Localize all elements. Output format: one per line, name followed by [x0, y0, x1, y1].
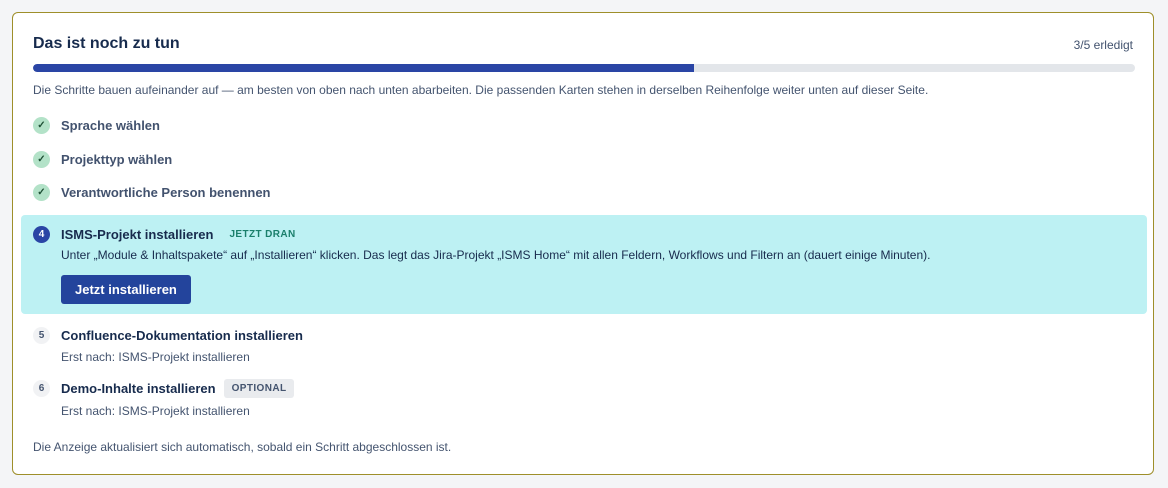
optional-badge: OPTIONAL: [223, 379, 295, 398]
step-4-number: 4: [33, 226, 50, 243]
step-4-label: ISMS-Projekt installieren: [61, 227, 214, 242]
step-2-label: Projekttyp wählen: [61, 152, 173, 167]
step-6-item: 6 Demo-Inhalte installieren OPTIONAL: [33, 379, 295, 398]
auto-refresh-note: Die Anzeige aktualisiert sich automatisc…: [33, 440, 452, 454]
check-icon: ✓: [33, 151, 50, 168]
progress-bar-fill: [33, 64, 695, 72]
step-2-item: ✓ Projekttyp wählen: [33, 151, 172, 168]
step-5-label: Confluence-Dokumentation installieren: [61, 328, 303, 343]
checklist-title: Das ist noch zu tun: [33, 35, 180, 52]
step-5-dependency: Erst nach: ISMS-Projekt installieren: [61, 350, 250, 364]
step-3-label: Verantwortliche Person benennen: [61, 185, 271, 200]
step-6-label: Demo-Inhalte installieren: [61, 381, 216, 396]
step-5-number: 5: [33, 327, 50, 344]
step-1-label: Sprache wählen: [61, 118, 160, 133]
step-6-number: 6: [33, 380, 50, 397]
checklist-intro: Die Schritte bauen aufeinander auf — am …: [33, 83, 929, 97]
step-1-item: ✓ Sprache wählen: [33, 117, 160, 134]
progress-bar: [33, 64, 1135, 72]
step-3-item: ✓ Verantwortliche Person benennen: [33, 184, 271, 201]
step-4-description: Unter „Module & Inhaltspakete“ auf „Inst…: [61, 248, 931, 262]
current-step-badge: JETZT DRAN: [229, 229, 296, 240]
progress-count: 3/5 erledigt: [1073, 38, 1133, 52]
setup-checklist-card: Das ist noch zu tun 3/5 erledigt Die Sch…: [12, 12, 1154, 475]
install-isms-button[interactable]: Jetzt installieren: [61, 275, 191, 304]
check-icon: ✓: [33, 184, 50, 201]
step-5-item: 5 Confluence-Dokumentation installieren: [33, 327, 303, 344]
step-6-dependency: Erst nach: ISMS-Projekt installieren: [61, 404, 250, 418]
check-icon: ✓: [33, 117, 50, 134]
step-4-item: 4 ISMS-Projekt installieren JETZT DRAN: [33, 226, 296, 243]
